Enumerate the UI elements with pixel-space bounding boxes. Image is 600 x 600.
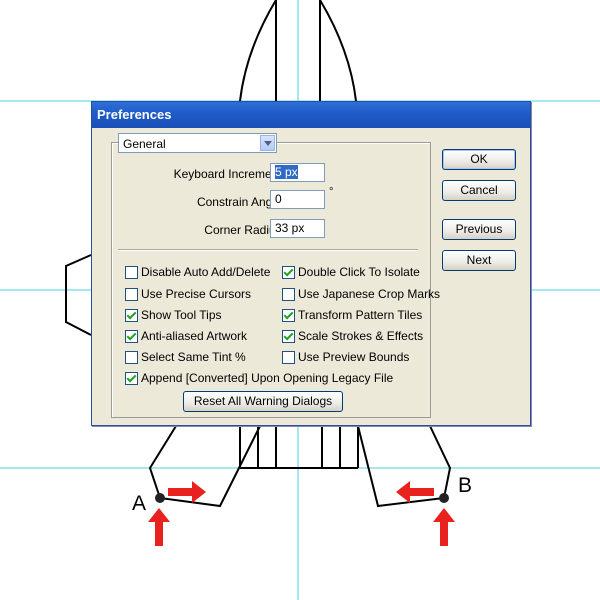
checkbox-label: Use Japanese Crop Marks [298,287,441,301]
dialog-title: Preferences [97,107,172,122]
checkbox-label: Transform Pattern Tiles [298,308,423,322]
arrow-up-icon [148,508,170,546]
checkbox-label: Use Precise Cursors [141,287,252,301]
checkbox-label: Double Click To Isolate [298,265,420,279]
checkbox-label: Show Tool Tips [141,308,222,322]
checkbox-label: Use Preview Bounds [298,350,410,364]
degree-unit: ° [329,186,334,198]
keyboard-increment-label: Keyboard Increment: [173,167,285,181]
checkbox-use-japanese-crop-marks[interactable] [282,288,295,301]
constrain-angle-label: Constrain Angle: [196,195,285,209]
preferences-dialog: Preferences General Keyboard Increment: … [91,101,531,426]
checkbox-label: Append [Converted] Upon Opening Legacy F… [141,371,394,385]
checkbox-label: Disable Auto Add/Delete [141,265,271,279]
corner-radius-label: Corner Radius: [204,223,285,237]
anchor-point-a [155,493,165,503]
arrow-up-icon [433,508,455,546]
checkbox-append-converted[interactable] [125,372,138,385]
ok-button[interactable]: OK [442,149,516,170]
point-label-a: A [132,492,147,515]
chevron-down-icon[interactable] [260,135,275,151]
rocket-nose [239,0,277,102]
checkbox-label: Anti-aliased Artwork [141,329,248,343]
checkbox-disable-auto-add-delete[interactable] [125,266,138,279]
checkbox-label: Select Same Tint % [141,350,246,364]
corner-radius-input[interactable]: 33 px [270,219,325,238]
cancel-button[interactable]: Cancel [442,180,516,201]
section-dropdown-value: General [123,137,166,151]
rocket-left-fin [65,254,92,336]
previous-button[interactable]: Previous [442,219,516,240]
keyboard-increment-input[interactable]: 5 px [270,163,325,182]
checkbox-select-same-tint[interactable] [125,351,138,364]
next-button[interactable]: Next [442,250,516,271]
separator [118,249,418,251]
section-dropdown[interactable]: General [118,133,277,153]
point-label-b: B [458,474,473,497]
reset-warning-dialogs-button[interactable]: Reset All Warning Dialogs [183,391,343,412]
constrain-angle-input[interactable]: 0 [270,190,325,209]
checkbox-use-precise-cursors[interactable] [125,288,138,301]
checkbox-anti-aliased-artwork[interactable] [125,330,138,343]
checkbox-show-tool-tips[interactable] [125,309,138,322]
checkbox-double-click-to-isolate[interactable] [282,266,295,279]
checkbox-transform-pattern-tiles[interactable] [282,309,295,322]
checkbox-use-preview-bounds[interactable] [282,351,295,364]
anchor-point-b [439,493,449,503]
rocket-nose [319,0,357,102]
rocket-leg-left [148,425,261,508]
dialog-titlebar[interactable]: Preferences [92,102,530,128]
checkbox-label: Scale Strokes & Effects [298,329,424,343]
checkbox-scale-strokes-effects[interactable] [282,330,295,343]
